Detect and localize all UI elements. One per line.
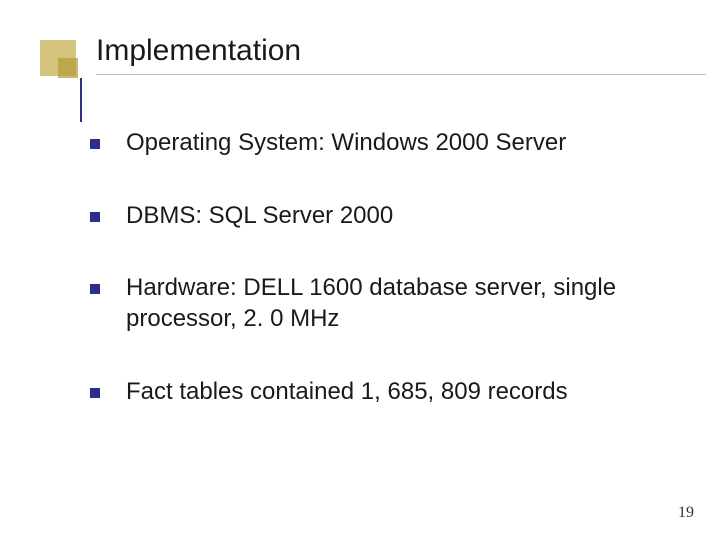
bullet-square-icon bbox=[90, 212, 100, 222]
slide: Implementation Operating System: Windows… bbox=[0, 0, 720, 540]
slide-title: Implementation bbox=[96, 34, 301, 68]
bullet-square-icon bbox=[90, 388, 100, 398]
title-decor-box-inner bbox=[58, 58, 78, 78]
page-number: 19 bbox=[678, 504, 694, 522]
title-area: Implementation bbox=[40, 30, 720, 90]
content-area: Operating System: Windows 2000 Server DB… bbox=[90, 128, 640, 408]
list-item: Hardware: DELL 1600 database server, sin… bbox=[90, 273, 640, 334]
bullet-square-icon bbox=[90, 139, 100, 149]
bullet-text: DBMS: SQL Server 2000 bbox=[126, 201, 393, 232]
title-underline bbox=[96, 74, 706, 75]
bullet-square-icon bbox=[90, 284, 100, 294]
bullet-text: Fact tables contained 1, 685, 809 record… bbox=[126, 377, 568, 408]
list-item: DBMS: SQL Server 2000 bbox=[90, 201, 640, 232]
list-item: Operating System: Windows 2000 Server bbox=[90, 128, 640, 159]
title-accent bbox=[80, 78, 82, 122]
bullet-text: Hardware: DELL 1600 database server, sin… bbox=[126, 273, 640, 334]
list-item: Fact tables contained 1, 685, 809 record… bbox=[90, 377, 640, 408]
bullet-text: Operating System: Windows 2000 Server bbox=[126, 128, 566, 159]
